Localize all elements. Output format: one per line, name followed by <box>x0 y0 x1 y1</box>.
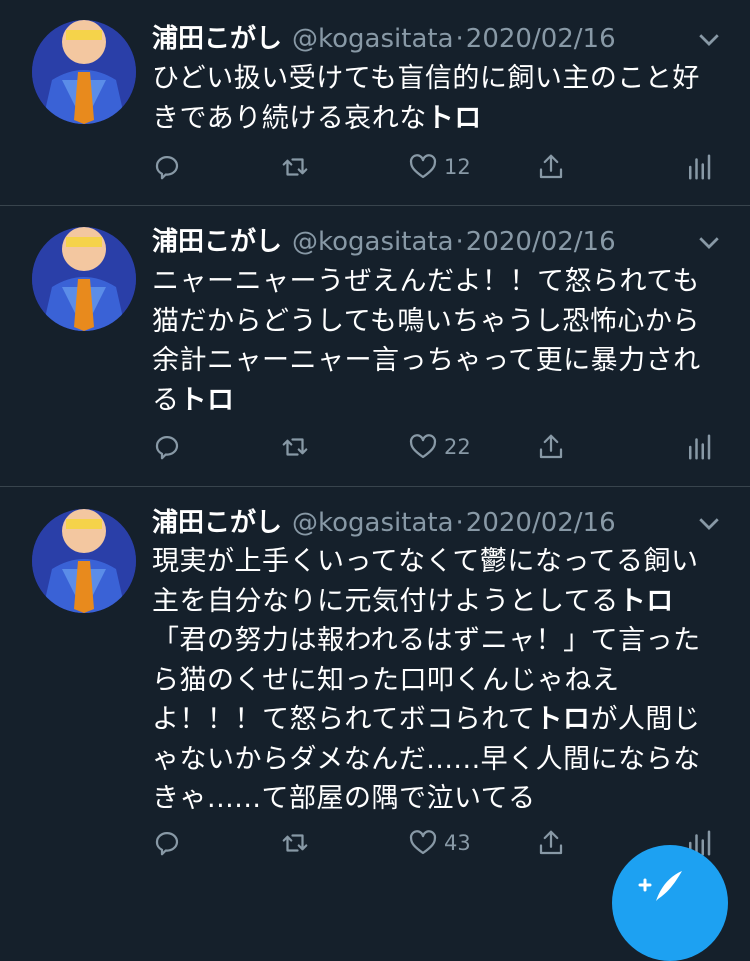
reply-icon <box>155 831 179 856</box>
analytics-icon <box>689 434 711 460</box>
avatar[interactable] <box>32 509 136 613</box>
retweet-icon <box>282 158 308 176</box>
tweet-text: ひどい扱い受けても盲信的に飼い主のこと好 きであり続ける哀れなトロ <box>152 63 700 134</box>
analytics-button[interactable] <box>684 427 714 467</box>
tweet-text: 現実が上手くいってなくて鬱になってる飼い 主を自分なりに元気付けようとしてるトロ… <box>152 546 701 814</box>
share-icon <box>539 434 563 459</box>
like-button[interactable]: 12 <box>408 147 471 187</box>
like-count: 22 <box>444 435 471 459</box>
retweet-icon <box>282 834 308 852</box>
reply-button[interactable] <box>152 147 182 187</box>
tweet-date[interactable]: 2020/02/16 <box>466 508 616 538</box>
tweet-actions: 12 <box>152 147 722 187</box>
analytics-icon <box>689 154 711 180</box>
display-name[interactable]: 浦田こがし <box>152 227 282 257</box>
share-button[interactable] <box>536 147 566 187</box>
bold-text: トロ <box>179 384 235 416</box>
compose-tweet-button[interactable] <box>612 845 728 961</box>
avatar[interactable] <box>32 227 136 331</box>
separator: · <box>455 227 464 257</box>
bold-text: トロ <box>535 704 591 735</box>
user-handle[interactable]: @kogasitata <box>292 24 454 54</box>
retweet-button[interactable] <box>280 427 310 467</box>
like-count: 12 <box>444 155 471 179</box>
tweet-actions: 22 <box>152 427 722 467</box>
reply-button[interactable] <box>152 823 182 863</box>
tweet-2[interactable]: 浦田こがし @kogasitata·2020/02/16 ニャーニャーうぜえんだよ… <box>0 206 750 485</box>
share-icon <box>539 830 563 855</box>
display-name[interactable]: 浦田こがし <box>152 24 282 54</box>
retweet-button[interactable] <box>280 147 310 187</box>
chevron-down-icon[interactable] <box>694 508 724 538</box>
like-icon <box>409 434 437 459</box>
bold-text: トロ <box>618 585 674 617</box>
chevron-down-icon[interactable] <box>694 24 724 54</box>
separator: · <box>455 24 464 54</box>
retweet-icon <box>282 438 308 456</box>
like-count: 43 <box>444 831 471 855</box>
share-button[interactable] <box>536 823 566 863</box>
reply-icon <box>155 155 179 180</box>
tweet-3[interactable]: 浦田こがし @kogasitata·2020/02/16 現実が上手くいってなくて… <box>0 487 750 892</box>
tweet-header: 浦田こがし @kogasitata·2020/02/16 <box>152 19 616 59</box>
like-button[interactable]: 22 <box>408 427 471 467</box>
like-button[interactable]: 43 <box>408 823 471 863</box>
like-icon <box>409 154 437 179</box>
separator: · <box>455 508 464 538</box>
user-handle[interactable]: @kogasitata <box>292 227 454 257</box>
tweet-date[interactable]: 2020/02/16 <box>466 227 616 257</box>
chevron-down-icon[interactable] <box>694 227 724 257</box>
user-handle[interactable]: @kogasitata <box>292 508 454 538</box>
retweet-button[interactable] <box>280 823 310 863</box>
like-icon <box>409 830 437 855</box>
avatar[interactable] <box>32 20 136 124</box>
display-name[interactable]: 浦田こがし <box>152 508 282 538</box>
share-button[interactable] <box>536 427 566 467</box>
share-icon <box>539 154 563 179</box>
analytics-button[interactable] <box>684 147 714 187</box>
tweet-header: 浦田こがし @kogasitata·2020/02/16 <box>152 503 616 543</box>
bold-text: トロ <box>426 102 482 134</box>
reply-icon <box>155 435 179 460</box>
tweet-text: ニャーニャーうぜえんだよ！！て怒られても 猫だからどうしても鳴いちゃうし恐怖心か… <box>152 266 701 416</box>
tweet-date[interactable]: 2020/02/16 <box>466 24 616 54</box>
tweet-1[interactable]: 浦田こがし @kogasitata·2020/02/16 ひどい扱い受けても盲信的… <box>0 0 750 205</box>
compose-tweet-icon <box>638 871 682 901</box>
reply-button[interactable] <box>152 427 182 467</box>
tweet-header: 浦田こがし @kogasitata·2020/02/16 <box>152 222 616 262</box>
